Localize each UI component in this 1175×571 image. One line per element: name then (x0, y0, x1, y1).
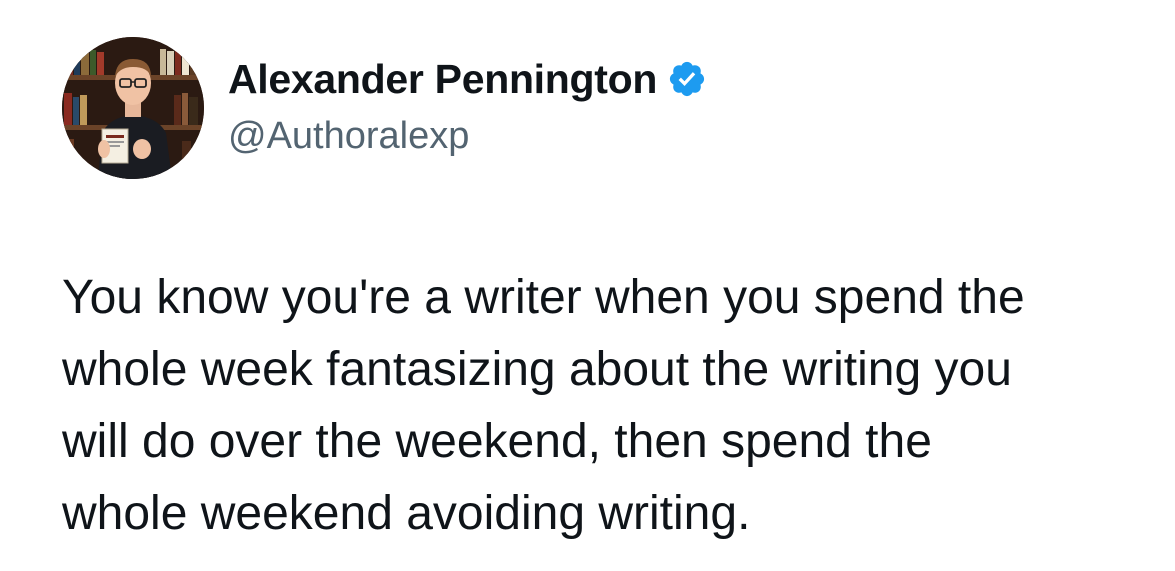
author-handle[interactable]: @Authoralexp (228, 115, 469, 158)
tweet-text-line: whole weekend avoiding writing. (62, 487, 751, 540)
avatar-photo (62, 37, 204, 179)
tweet-text: You know you're a writer when you spend … (62, 262, 1162, 550)
author-display-name[interactable]: Alexander Pennington (228, 56, 657, 103)
tweet-text-line: will do over the weekend, then spend the (62, 415, 932, 468)
tweet-text-line: You know you're a writer when you spend … (62, 271, 1025, 324)
avatar[interactable] (62, 37, 204, 179)
tweet-text-line: whole week fantasizing about the writing… (62, 343, 1012, 396)
tweet-card: Alexander Pennington @Authoralexp You kn… (0, 0, 1175, 571)
author-name-row: Alexander Pennington (228, 50, 707, 108)
verified-badge-icon[interactable] (667, 59, 707, 99)
